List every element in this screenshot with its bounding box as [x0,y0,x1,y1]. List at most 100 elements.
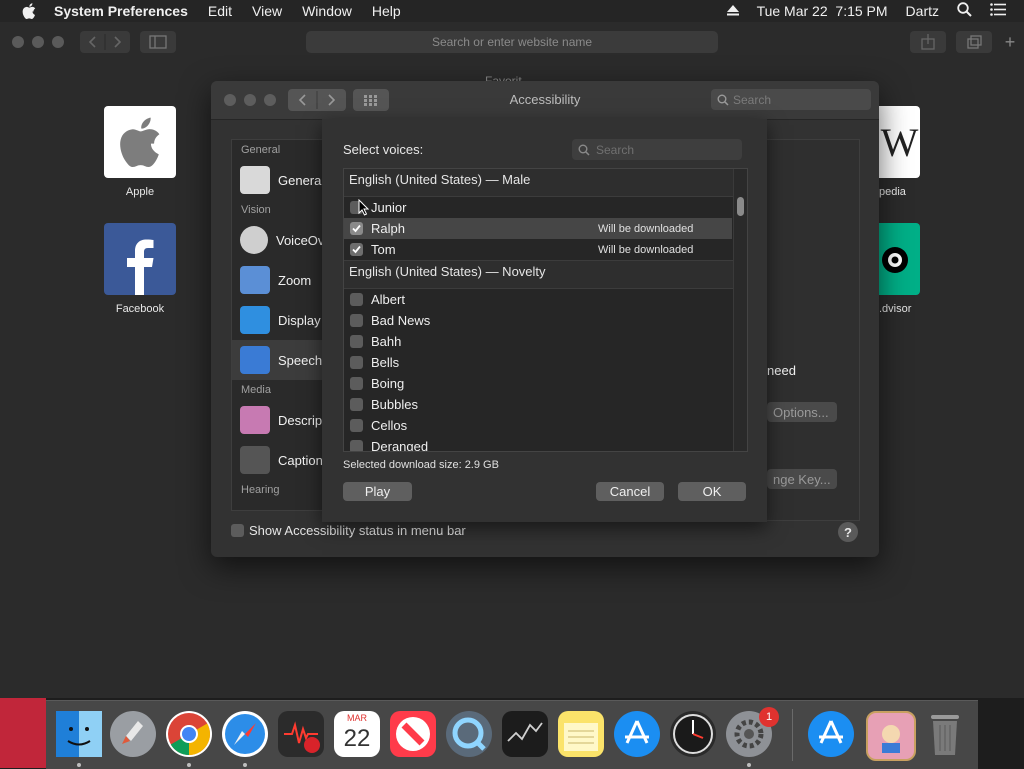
app-name-menu[interactable]: System Preferences [54,3,188,19]
scrollbar-thumb[interactable] [737,197,744,216]
share-icon[interactable] [910,31,946,53]
menu-help[interactable]: Help [372,3,401,19]
voice-row-albert[interactable]: Albert [344,289,732,310]
voice-name: Bahh [371,334,402,349]
descriptions-icon [240,406,270,434]
voice-checkbox[interactable] [350,419,363,432]
safari-close-button[interactable] [12,36,24,48]
voice-name: Cellos [371,418,408,433]
address-bar[interactable]: Search or enter website name [306,31,718,53]
favorite-tripadvisor[interactable]: .dvisor [879,223,920,315]
chrome-icon[interactable] [166,711,212,757]
clock-text[interactable]: Tue Mar 22 7:15 PM [757,3,888,19]
sidebar-item-display[interactable]: Display [232,300,327,340]
favorite-wikipedia[interactable]: W pedia [879,106,920,198]
safari-minimize-button[interactable] [32,36,44,48]
calendar-icon[interactable]: MAR 22 [334,711,380,757]
notification-center-icon[interactable] [990,3,1006,19]
voice-row-deranged[interactable]: Deranged [344,436,732,451]
voice-row-boing[interactable]: Boing [344,373,732,394]
voice-checkbox-checked[interactable] [350,243,363,256]
cancel-button[interactable]: Cancel [596,482,664,501]
favorite-facebook[interactable]: Facebook [95,223,185,315]
favorite-label: Facebook [115,303,165,315]
voice-checkbox-checked[interactable] [350,222,363,235]
app-store-icon[interactable] [614,711,660,757]
voice-row-bad-news[interactable]: Bad News [344,310,732,331]
voice-checkbox[interactable] [350,293,363,306]
sidebar-item-captions[interactable]: Captions [232,440,327,480]
voice-list[interactable]: English (United States) — Male Junior Ra… [343,168,748,452]
sidebar-item-general[interactable]: General [232,160,327,200]
sidebar-item-voiceover[interactable]: VoiceOver [232,220,327,260]
voice-name: Bubbles [371,397,418,412]
wikipedia-logo-icon: W [879,106,920,178]
preferences-search-field[interactable]: Search [711,89,871,110]
status-menu-checkbox-row[interactable]: Show Accessibility status in menu bar [231,523,466,538]
facebook-logo-icon [104,223,176,295]
launchpad-icon[interactable] [110,711,156,757]
voice-checkbox[interactable] [350,335,363,348]
voice-row-tom[interactable]: Tom Will be downloaded [344,239,732,260]
photo-booth-icon[interactable] [866,711,916,761]
accessibility-sidebar: General General Vision VoiceOver Zoom Di… [231,139,328,511]
safari-back-forward-buttons[interactable] [80,31,130,53]
menu-edit[interactable]: Edit [208,3,232,19]
finder-icon[interactable] [56,711,102,757]
eject-icon[interactable] [726,3,739,19]
menu-window[interactable]: Window [302,3,352,19]
sidebar-item-label: VoiceOver [276,232,327,248]
voice-checkbox[interactable] [350,398,363,411]
running-indicator [77,763,81,767]
app-store-downloads-icon[interactable] [808,711,854,757]
sidebar-item-descriptions[interactable]: Descriptions [232,400,327,440]
voice-checkbox[interactable] [350,314,363,327]
tabs-overview-icon[interactable] [956,31,992,53]
sidebar-toggle-icon[interactable] [140,31,176,53]
status-menu-checkbox[interactable] [231,524,244,537]
speech-pane [767,139,860,521]
voice-row-bubbles[interactable]: Bubbles [344,394,732,415]
favorite-apple[interactable]: Apple [95,106,185,198]
voice-memos-icon[interactable] [278,711,324,757]
menu-view[interactable]: View [252,3,282,19]
trash-icon[interactable] [922,711,968,757]
apple-menu-icon[interactable] [18,0,40,22]
sidebar-item-label: Zoom [278,272,312,288]
user-name[interactable]: Dartz [906,3,939,19]
voice-checkbox[interactable] [350,377,363,390]
safari-icon[interactable] [222,711,268,757]
voice-name: Bad News [371,313,431,328]
voice-list-scrollbar[interactable] [733,169,747,451]
sidebar-item-speech[interactable]: Speech [232,340,327,380]
voice-row-bells[interactable]: Bells [344,352,732,373]
voice-row-ralph[interactable]: Ralph Will be downloaded [344,218,732,239]
notes-icon[interactable] [558,711,604,757]
search-icon [717,94,729,106]
ok-button[interactable]: OK [678,482,746,501]
voice-checkbox[interactable] [350,440,363,451]
quicktime-icon[interactable] [446,711,492,757]
voice-search-field[interactable]: Search [572,139,742,160]
safari-zoom-button[interactable] [52,36,64,48]
new-tab-icon[interactable]: + [1000,31,1020,53]
sidebar-item-zoom[interactable]: Zoom [232,260,327,300]
spotlight-search-icon[interactable] [957,2,972,20]
voice-checkbox[interactable] [350,356,363,369]
stocks-icon[interactable] [502,711,548,757]
voice-row-cellos[interactable]: Cellos [344,415,732,436]
voice-row-bahh[interactable]: Bahh [344,331,732,352]
voice-name: Boing [371,376,405,391]
dashboard-clock-icon[interactable] [670,711,716,757]
play-button[interactable]: Play [343,482,412,501]
dock: MAR 22 1 [46,700,978,769]
voice-row-junior[interactable]: Junior [344,197,732,218]
menu-bar: System Preferences Edit View Window Help… [0,0,1024,22]
options-button[interactable]: Options... [767,402,837,422]
news-icon[interactable] [390,711,436,757]
sidebar-group-general: General [241,144,281,156]
change-key-button[interactable]: nge Key... [767,469,837,489]
sidebar-group-vision: Vision [241,204,271,216]
select-voices-label: Select voices: [343,142,424,157]
help-button[interactable]: ? [838,522,858,542]
